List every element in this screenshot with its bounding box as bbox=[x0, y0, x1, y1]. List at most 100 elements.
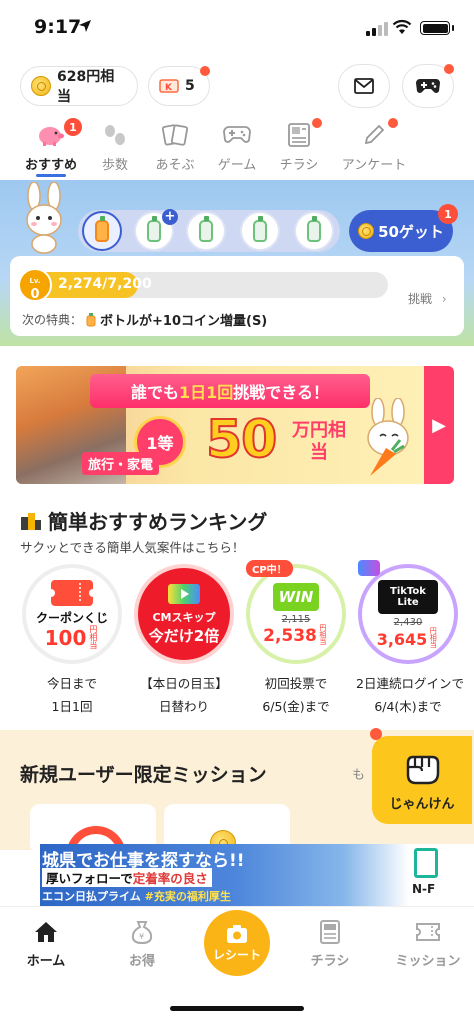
level-badge: Lv. 0 bbox=[18, 268, 52, 302]
bottle-slot[interactable] bbox=[82, 211, 122, 251]
ranking-item-icon: TikTok Lite 2,430 3,645 円相当 bbox=[358, 564, 458, 664]
bottle-icon bbox=[253, 216, 267, 242]
ad-brand-logo bbox=[414, 848, 438, 878]
tiktok-unit: 円相当 bbox=[429, 626, 437, 649]
ranking-item-cmskip[interactable]: CMスキップ 今だけ2倍 【本日の目玉】 日替わり bbox=[132, 564, 236, 718]
status-time: 9:17 bbox=[34, 16, 82, 38]
active-tab-indicator bbox=[36, 174, 66, 177]
level-value: 0 bbox=[30, 287, 40, 302]
tab-flyer[interactable]: チラシ bbox=[264, 118, 334, 173]
prize-category: 旅行・家電 bbox=[82, 452, 160, 475]
get-coins-badge: 1 bbox=[438, 204, 458, 224]
win-value: 2,538 bbox=[263, 625, 317, 646]
flyer-icon bbox=[288, 123, 310, 147]
banner-ribbon: 誰でも 1日1回 挑戦できる！ bbox=[90, 374, 370, 408]
nav-deals[interactable]: ¥ お得 bbox=[102, 918, 182, 969]
status-bar: 9:17 bbox=[0, 0, 474, 56]
nav-label: ミッション bbox=[395, 954, 461, 969]
caption-line: 【本日の目玉】 bbox=[140, 676, 228, 691]
rainbow-tag-icon bbox=[358, 560, 380, 576]
bottle-icon bbox=[95, 216, 109, 242]
ad-line-2: 厚いフォローで定着率の良さ bbox=[42, 868, 212, 887]
bottle-slot[interactable] bbox=[186, 211, 226, 251]
ranking-item-coupon[interactable]: クーポンくじ 100 円相当 今日まで 1日1回 bbox=[20, 564, 124, 718]
ranking-item-win[interactable]: WIN 2,115 2,538 円相当 CP中！ 初回投票で 6/5(金)まで bbox=[244, 560, 348, 718]
controller-icon bbox=[223, 126, 251, 143]
ranking-section-title: 簡単おすすめランキング bbox=[20, 506, 267, 535]
ranking-item-icon: クーポンくじ 100 円相当 bbox=[22, 564, 122, 664]
tab-label: おすすめ bbox=[24, 158, 77, 173]
nav-home[interactable]: ホーム bbox=[6, 918, 86, 969]
coin-balance: 628円相当 bbox=[57, 69, 115, 105]
ticket-icon bbox=[416, 923, 440, 941]
rainbow-tv-icon bbox=[168, 583, 200, 604]
tab-survey[interactable]: アンケート bbox=[334, 118, 414, 173]
mission-more-link[interactable]: も bbox=[352, 764, 365, 783]
janken-notification-dot bbox=[370, 728, 382, 740]
tab-osusume[interactable]: 1 おすすめ bbox=[16, 118, 86, 173]
ranking-item-icon: CMスキップ 今だけ2倍 bbox=[134, 564, 234, 664]
fist-icon bbox=[406, 755, 440, 784]
win-logo: WIN bbox=[273, 582, 319, 611]
cmskip-value: 今だけ2倍 bbox=[148, 626, 220, 645]
nav-flyer[interactable]: チラシ bbox=[290, 918, 370, 969]
piggy-bank-icon bbox=[39, 127, 64, 146]
challenge-link[interactable]: 挑戦 › bbox=[408, 290, 447, 307]
tab-label: ゲーム bbox=[217, 158, 257, 173]
prize-amount: 50 bbox=[205, 409, 278, 471]
coin-balance-pill[interactable]: 628円相当 bbox=[20, 66, 138, 106]
banner-next-button[interactable]: ▶ bbox=[424, 366, 454, 484]
ad-brand: N-F bbox=[412, 882, 436, 896]
janken-button[interactable]: じゃんけん bbox=[372, 736, 472, 824]
mission-title: 新規ユーザー限定ミッション bbox=[20, 764, 267, 786]
ranking-caption: 2日連続ログインで 6/4(木)まで bbox=[356, 672, 464, 718]
nav-label: レシート bbox=[212, 947, 261, 962]
chevron-right-icon: › bbox=[441, 292, 447, 306]
flyer-icon bbox=[320, 920, 340, 944]
job-ad-banner[interactable]: 城県でお仕事を探すなら!! 厚いフォローで定着率の良さ エコン日払プライム #充… bbox=[40, 844, 474, 906]
tab-game[interactable]: ゲーム bbox=[202, 118, 272, 173]
prize-unit: 万円相当 bbox=[292, 420, 346, 463]
tab-flyer-dot bbox=[312, 118, 322, 128]
coupon-ticket-icon bbox=[50, 579, 94, 606]
battery-icon bbox=[420, 21, 454, 35]
mail-icon bbox=[354, 78, 374, 94]
ranking-item-icon: WIN 2,115 2,538 円相当 bbox=[246, 564, 346, 664]
tiktok-logo: TikTok Lite bbox=[378, 579, 438, 614]
coupon-value: 100 bbox=[44, 625, 87, 650]
level-prefix: Lv. bbox=[29, 277, 41, 285]
campaign-tag: CP中！ bbox=[246, 560, 293, 577]
bunny-mascot-icon bbox=[26, 182, 62, 254]
progress-text: 2,274/7,200 bbox=[58, 276, 152, 292]
coin-icon bbox=[358, 223, 375, 239]
caption-line: 2日連続ログインで bbox=[356, 676, 464, 691]
tab-label: あそぶ bbox=[155, 158, 195, 173]
mail-button[interactable] bbox=[338, 64, 390, 108]
tab-play[interactable]: あそぶ bbox=[140, 118, 210, 173]
home-indicator bbox=[170, 1006, 304, 1011]
bottle-slot[interactable] bbox=[294, 211, 334, 251]
nav-missions[interactable]: ミッション bbox=[386, 918, 470, 969]
win-old-value: 2,115 bbox=[281, 613, 311, 625]
ranking-caption: 【本日の目玉】 日替わり bbox=[132, 672, 236, 718]
camera-icon bbox=[227, 924, 247, 943]
lottery-banner[interactable]: 誰でも 1日1回 挑戦できる！ 1等 旅行・家電 50 万円相当 ▶ bbox=[16, 366, 454, 484]
signal-icon bbox=[366, 22, 388, 36]
money-bag-icon: ¥ bbox=[131, 921, 153, 945]
home-icon bbox=[35, 922, 57, 942]
caption-line: 日替わり bbox=[158, 699, 209, 714]
caption-line: 今日まで bbox=[46, 676, 97, 691]
wifi-icon bbox=[392, 19, 412, 34]
bottle-slot[interactable]: + bbox=[134, 209, 178, 251]
nav-label: チラシ bbox=[310, 954, 350, 969]
ranking-item-tiktok[interactable]: TikTok Lite 2,430 3,645 円相当 2日連続ログインで 6/… bbox=[356, 560, 464, 718]
challenge-label: 挑戦 bbox=[408, 292, 433, 306]
win-unit: 円相当 bbox=[319, 623, 327, 646]
coupon-unit: 円相当 bbox=[89, 624, 98, 650]
nav-receipt[interactable]: レシート bbox=[204, 910, 270, 976]
ad-line-3a: エコン日払プライム bbox=[42, 890, 141, 903]
bottle-slot[interactable] bbox=[240, 211, 280, 251]
ranking-title-text: 簡単おすすめランキング bbox=[48, 510, 268, 534]
next-reward-value: ボトルが+10コイン増量(S) bbox=[100, 314, 268, 329]
ad-line-3: エコン日払プライム #充実の福利厚生 bbox=[42, 888, 231, 904]
